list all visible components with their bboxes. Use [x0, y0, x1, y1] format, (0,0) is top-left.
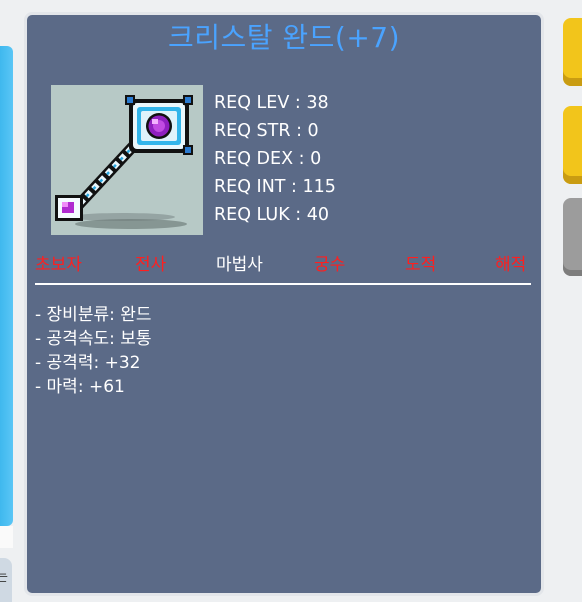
stat-category: - 장비분류: 완드: [35, 305, 152, 325]
divider: [35, 283, 531, 285]
job-thief: 도적: [405, 255, 437, 275]
requirements-list: REQ LEV : 38 REQ STR : 0 REQ DEX : 0 REQ…: [214, 89, 336, 229]
req-luk: REQ LUK : 40: [214, 205, 330, 225]
job-magician: 마법사: [216, 255, 263, 275]
job-pirate: 해적: [495, 255, 527, 275]
req-dex: REQ DEX : 0: [214, 149, 322, 169]
req-int: REQ INT : 115: [214, 177, 336, 197]
item-stats: - 장비분류: 완드 - 공격속도: 보통 - 공격력: +32 - 마력: +…: [35, 303, 152, 399]
background-window-strip: [0, 526, 13, 548]
item-name: 크리스탈 완드(+7): [167, 21, 401, 54]
side-button-3[interactable]: [563, 198, 582, 276]
req-str: REQ STR : 0: [214, 121, 319, 141]
job-bowman: 궁수: [314, 255, 346, 275]
req-level: REQ LEV : 38: [214, 93, 329, 113]
side-button-2[interactable]: [563, 106, 582, 184]
job-warrior: 전사: [135, 255, 167, 275]
background-window-chip[interactable]: 는: [0, 558, 12, 602]
job-beginner: 초보자: [35, 255, 82, 275]
side-button-1[interactable]: [563, 18, 582, 86]
crystal-wand-icon: [55, 95, 193, 229]
item-icon-frame: [51, 85, 203, 235]
stat-magic: - 마력: +61: [35, 377, 125, 397]
background-window-panel: [0, 46, 13, 526]
job-list: 초보자 전사 마법사 궁수 도적 해적: [29, 251, 539, 281]
item-tooltip: 크리스탈 완드(+7) REQ LEV: 38 REQ STR: 0 REQ…: [24, 12, 544, 596]
background-chip-label: 는: [0, 570, 8, 585]
stat-attack: - 공격력: +32: [35, 353, 141, 373]
stat-attack-speed: - 공격속도: 보통: [35, 329, 152, 349]
